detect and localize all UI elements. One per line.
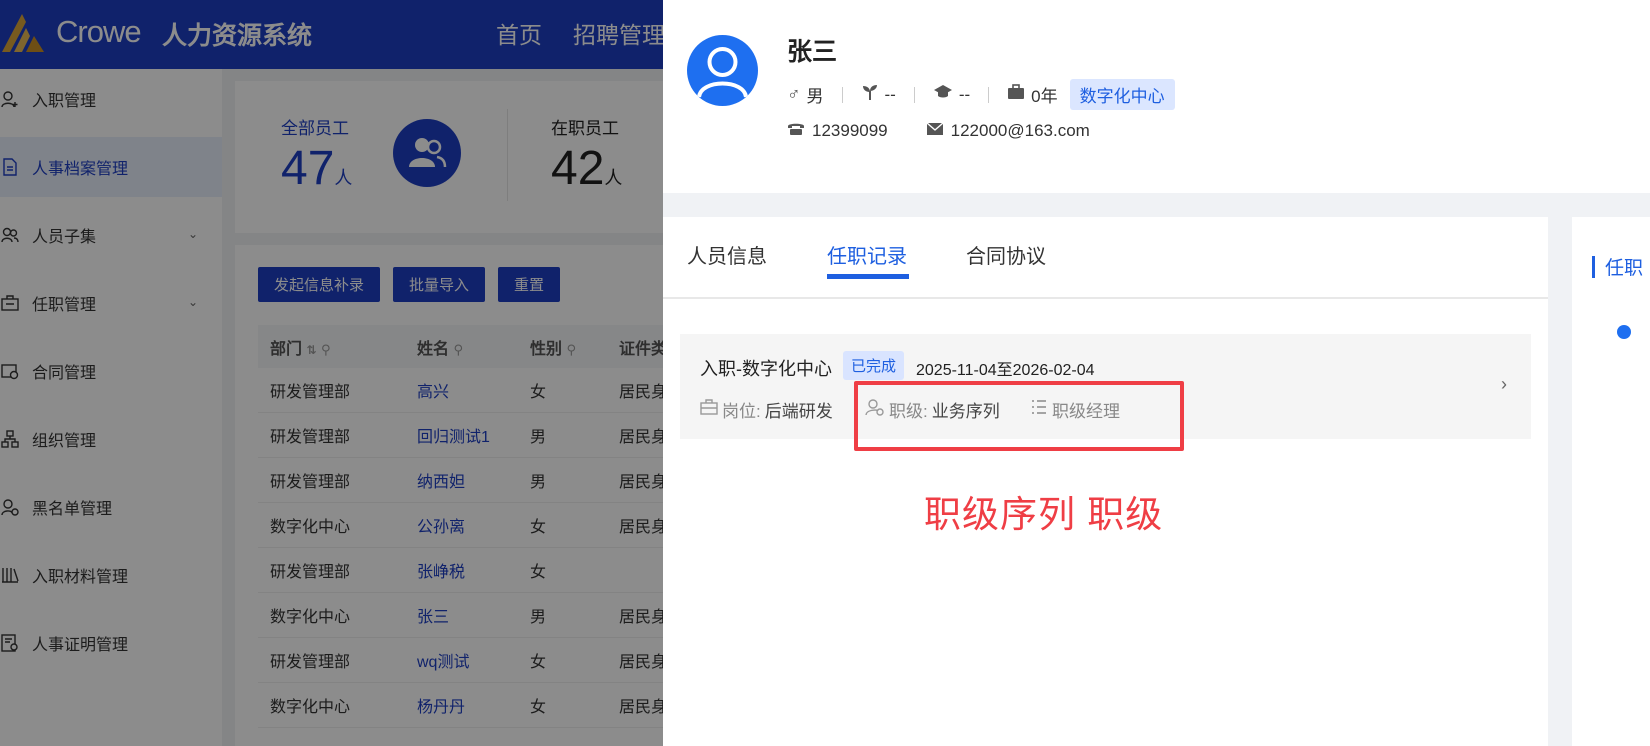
- status-badge: 已完成: [843, 351, 905, 380]
- detail-tabs: 人员信息 任职记录 合同协议: [663, 217, 1548, 299]
- employee-name: 张三: [787, 38, 838, 66]
- tab-personnel-info[interactable]: 人员信息: [687, 240, 767, 269]
- political-info: --: [861, 84, 896, 105]
- post-label: 岗位:: [722, 402, 761, 421]
- post-value: 后端研发: [764, 402, 833, 421]
- timeline-dot: [1617, 325, 1631, 339]
- briefcase-icon: [1007, 84, 1025, 105]
- avatar: [687, 35, 758, 106]
- briefcase-icon: [700, 399, 718, 420]
- timeline-panel: 任职: [1572, 217, 1650, 746]
- divider: [913, 86, 915, 103]
- drawer-mask[interactable]: [0, 0, 663, 746]
- chevron-right-icon[interactable]: ›: [1501, 374, 1507, 395]
- phone-info: 12399099: [787, 121, 888, 141]
- sprout-icon: [861, 84, 879, 105]
- profile-header: 张三 ♂ 男 -- -- 0年 数字化中心 12399099 122000@163…: [663, 0, 1650, 193]
- education-info: --: [933, 84, 970, 105]
- gender-info: ♂ 男: [787, 84, 824, 106]
- mail-icon: [926, 121, 944, 141]
- graduation-cap-icon: [933, 84, 953, 105]
- male-icon: ♂: [787, 84, 801, 104]
- department-tag: 数字化中心: [1069, 79, 1175, 110]
- divider: [841, 86, 843, 103]
- profile-meta: ♂ 男 -- -- 0年 数字化中心: [787, 79, 1175, 110]
- active-tab-indicator: [827, 274, 909, 279]
- timeline-title: 任职: [1592, 253, 1643, 280]
- title-accent-bar: [1592, 255, 1595, 278]
- employee-detail-drawer: 张三 ♂ 男 -- -- 0年 数字化中心 12399099 122000@163…: [663, 0, 1650, 746]
- record-title: 入职-数字化中心: [700, 359, 832, 379]
- detail-main-panel: 人员信息 任职记录 合同协议 入职-数字化中心 已完成 2025-11-04至2…: [663, 217, 1548, 746]
- annotation-text: 职级序列 职级: [924, 494, 1164, 535]
- email-info: 122000@163.com: [926, 121, 1090, 141]
- annotation-highlight-box: [854, 381, 1184, 451]
- record-post: 岗位: 后端研发: [700, 397, 833, 422]
- contact-info: 12399099 122000@163.com: [787, 121, 1128, 141]
- tab-appointment-records[interactable]: 任职记录: [827, 240, 907, 269]
- tab-contract-agreements[interactable]: 合同协议: [966, 240, 1046, 269]
- work-years-info: 0年: [1007, 82, 1058, 107]
- record-date-range: 2025-11-04至2026-02-04: [916, 362, 1095, 379]
- divider: [988, 86, 990, 103]
- phone-icon: [787, 121, 805, 141]
